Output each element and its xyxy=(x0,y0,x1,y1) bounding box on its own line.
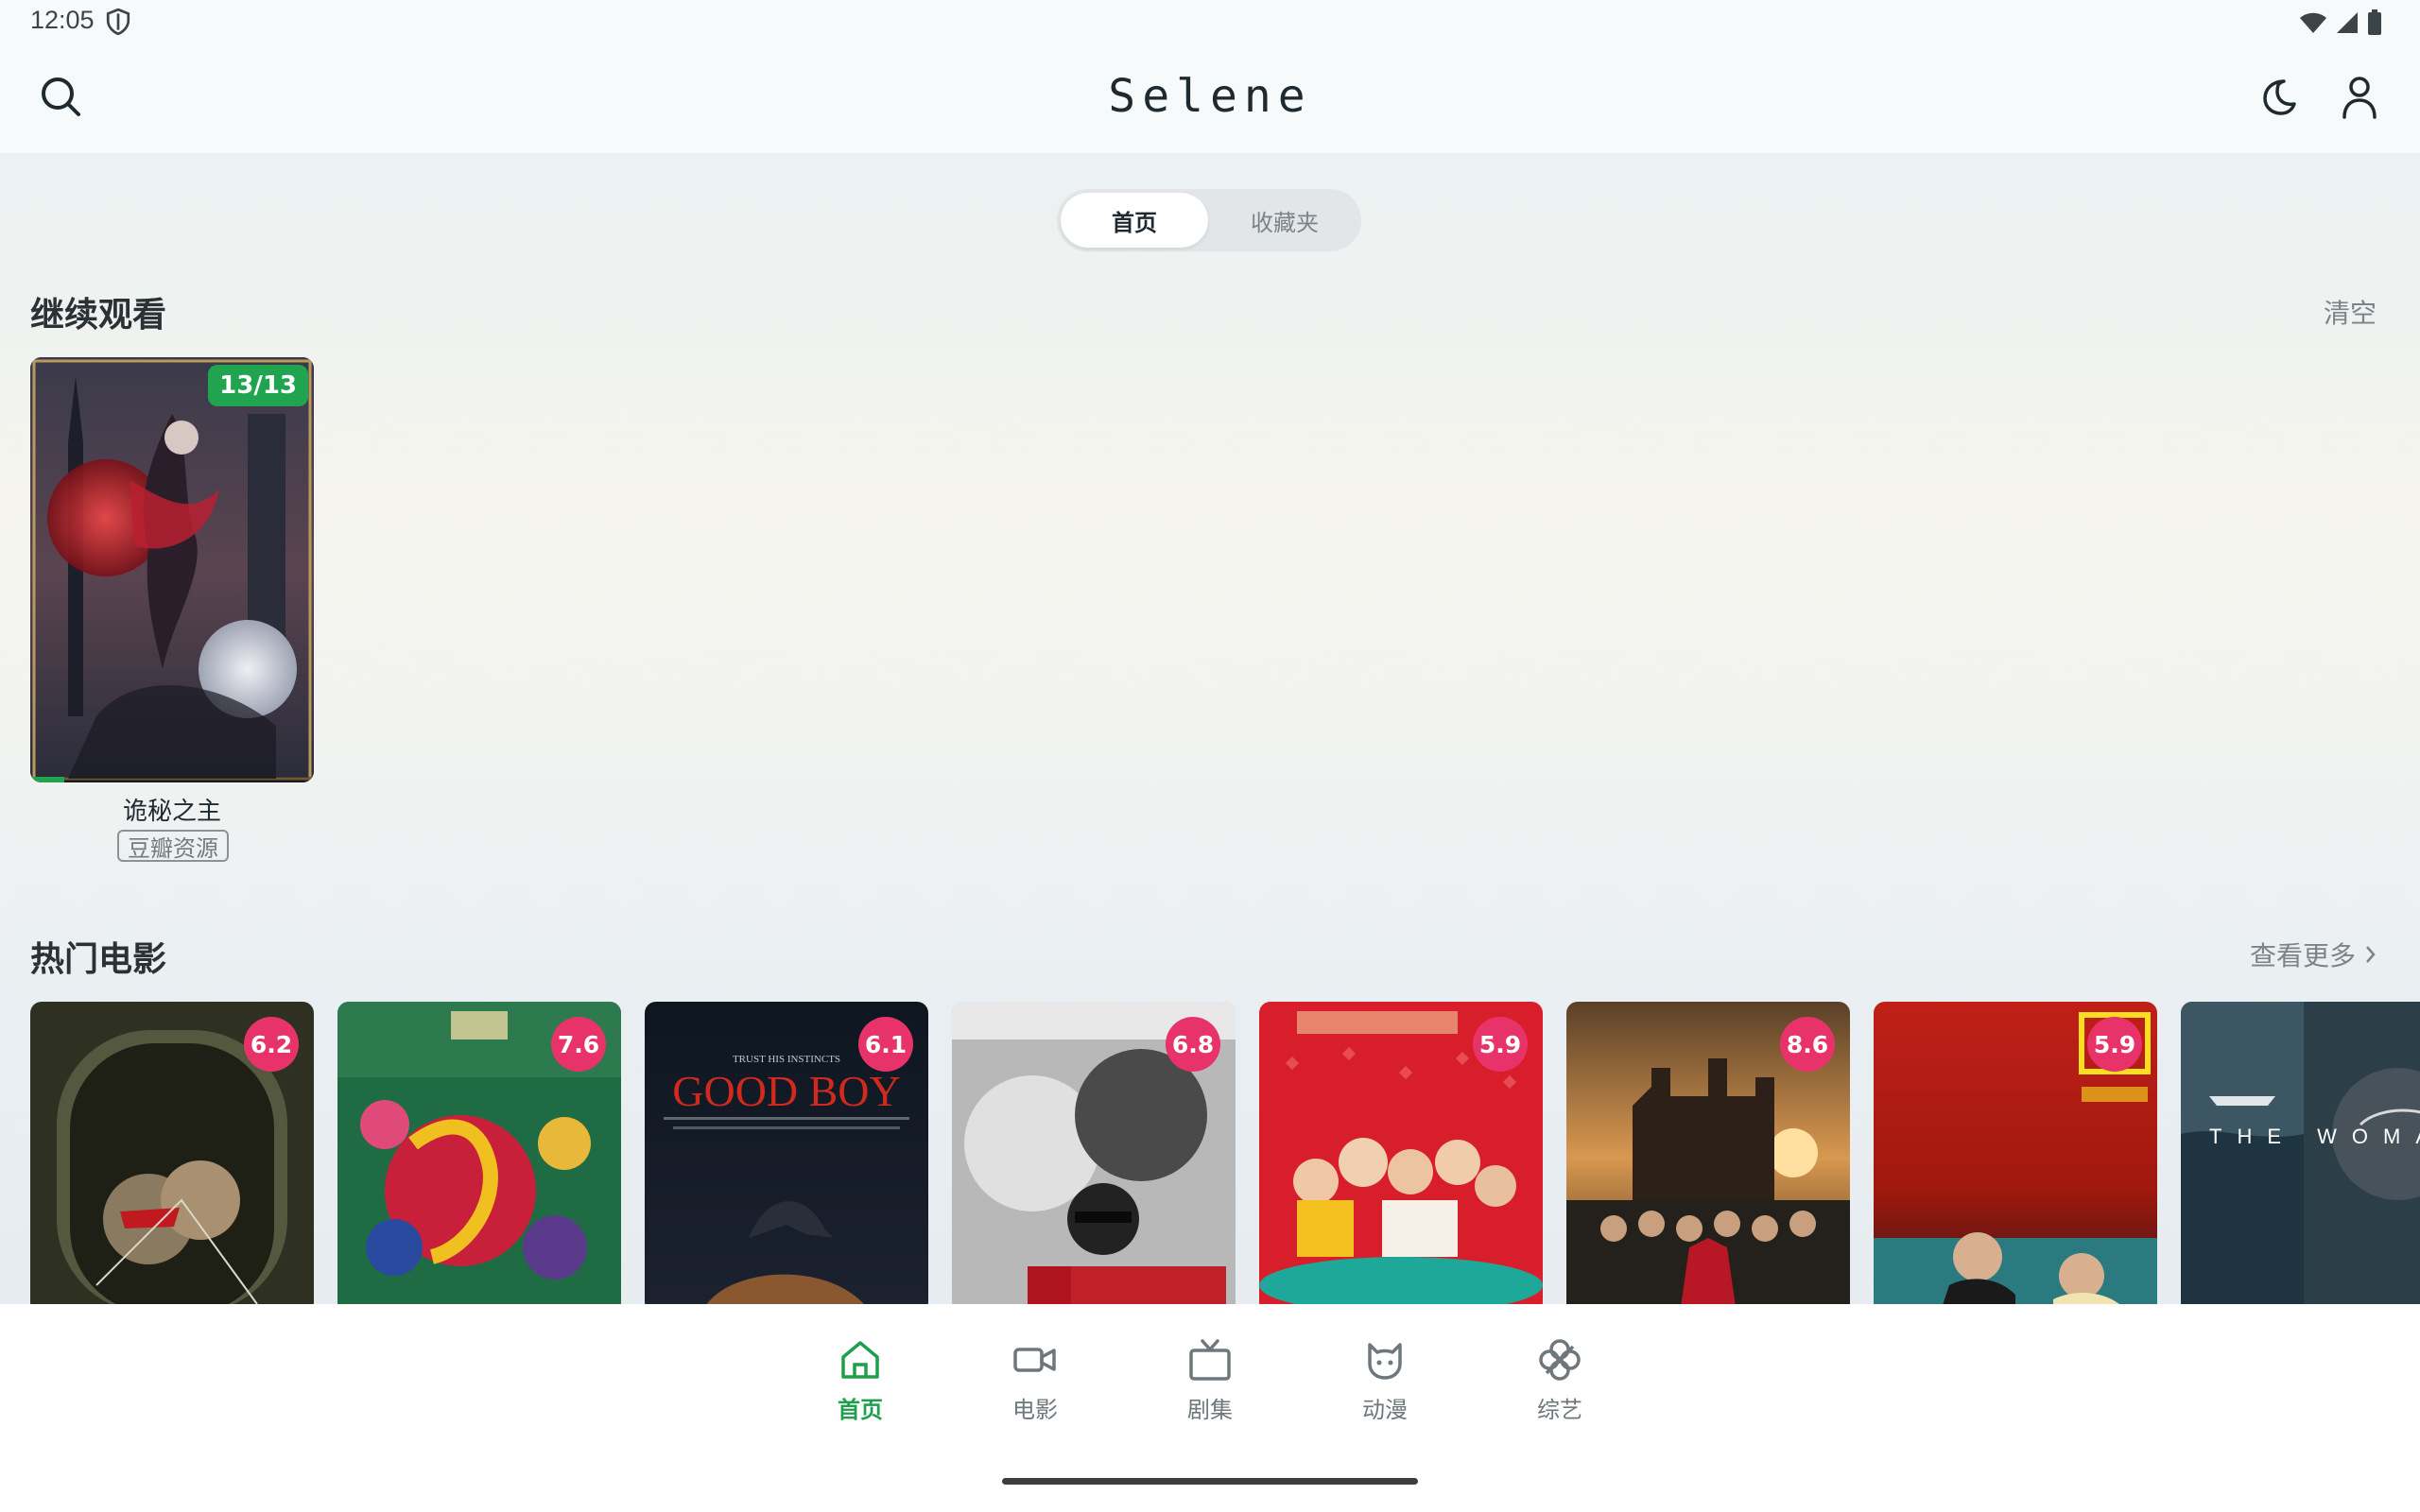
nav-label-variety: 综艺 xyxy=(1537,1397,1582,1423)
continue-item-title: 诡秘之主 xyxy=(122,798,221,826)
shield-icon xyxy=(106,9,130,35)
movie-card[interactable]: 6.2 xyxy=(30,1002,314,1314)
movie-card[interactable]: 5.9 xyxy=(1874,1002,2157,1314)
rating-badge: 8.6 xyxy=(1780,1017,1835,1072)
nav-label-series: 剧集 xyxy=(1187,1397,1233,1423)
home-favorites-switch: 首页 收藏夹 xyxy=(1057,189,1361,251)
tab-favorites[interactable]: 收藏夹 xyxy=(1212,193,1357,248)
nav-label-home: 首页 xyxy=(838,1397,883,1423)
nav-label-anime: 动漫 xyxy=(1362,1397,1408,1423)
movie-card[interactable]: TRUST HIS INSTINCTS GOOD BOY 6.1 xyxy=(645,1002,928,1314)
cat-icon xyxy=(1368,1343,1402,1380)
watch-progress-fill xyxy=(30,777,64,782)
movie-card[interactable]: 8.6 xyxy=(1566,1002,1850,1314)
continue-card[interactable]: 13/13 xyxy=(30,357,314,782)
app-header: Selene xyxy=(0,45,2420,153)
home-icon xyxy=(841,1341,879,1379)
movie-poster: THE WOMAN IN CABIN xyxy=(2181,1002,2420,1314)
continue-watching-title: 继续观看 xyxy=(30,296,167,335)
system-icons xyxy=(2299,9,2382,36)
clover-icon xyxy=(1539,1339,1581,1381)
moon-icon xyxy=(2263,79,2296,115)
movie-card[interactable]: THE WOMAN IN CABIN 5 xyxy=(2181,1002,2420,1314)
movie-card[interactable]: 5.9 xyxy=(1259,1002,1543,1314)
nav-item-series[interactable]: 剧集 xyxy=(1153,1334,1267,1424)
video-camera-icon xyxy=(1013,1348,1056,1372)
hot-movies-title: 热门电影 xyxy=(30,940,167,979)
rating-badge: 6.2 xyxy=(244,1017,299,1072)
poster-tagline: TRUST HIS INSTINCTS xyxy=(733,1054,840,1065)
nav-item-movies[interactable]: 电影 xyxy=(978,1334,1092,1424)
signal-icon xyxy=(2337,12,2358,33)
nav-label-movies: 电影 xyxy=(1012,1397,1058,1423)
theme-toggle-button[interactable] xyxy=(2252,72,2301,121)
app-brand: Selene xyxy=(1108,70,1312,123)
rating-badge: 6.8 xyxy=(1166,1017,1220,1072)
status-bar: 12:05 xyxy=(0,0,2420,45)
continue-poster xyxy=(30,357,314,782)
source-tag: 豆瓣资源 xyxy=(117,830,229,862)
episode-badge: 13/13 xyxy=(208,365,308,406)
nav-item-anime[interactable]: 动漫 xyxy=(1328,1334,1442,1424)
rating-badge: 7.6 xyxy=(551,1017,606,1072)
wifi-icon xyxy=(2300,12,2326,33)
user-icon xyxy=(2342,77,2377,119)
poster-title: GOOD BOY xyxy=(672,1067,901,1115)
gesture-home-bar[interactable] xyxy=(1002,1478,1418,1485)
nav-item-home[interactable]: 首页 xyxy=(804,1334,917,1424)
rating-badge: 5.9 xyxy=(2087,1017,2142,1072)
tab-home[interactable]: 首页 xyxy=(1061,193,1208,248)
clear-history-button[interactable]: 清空 xyxy=(2324,293,2377,331)
user-button[interactable] xyxy=(2335,72,2384,121)
nav-item-variety[interactable]: 综艺 xyxy=(1503,1334,1616,1424)
see-more-link[interactable]: 查看更多 xyxy=(2250,936,2377,973)
tv-icon xyxy=(1189,1339,1231,1381)
rating-badge: 5.9 xyxy=(1473,1017,1528,1072)
movie-card[interactable]: 7.6 xyxy=(337,1002,621,1314)
status-time: 12:05 xyxy=(30,6,95,34)
see-more-label: 查看更多 xyxy=(2249,940,2356,971)
clear-history-label: 清空 xyxy=(2323,298,2377,329)
movie-card[interactable]: 6.8 xyxy=(952,1002,1236,1314)
battery-icon xyxy=(2368,9,2381,35)
rating-badge: 6.1 xyxy=(858,1017,913,1072)
poster-title: THE WOMAN IN CABIN xyxy=(2209,1125,2420,1148)
watch-progress-track xyxy=(30,777,314,782)
chevron-right-icon xyxy=(2366,946,2376,963)
